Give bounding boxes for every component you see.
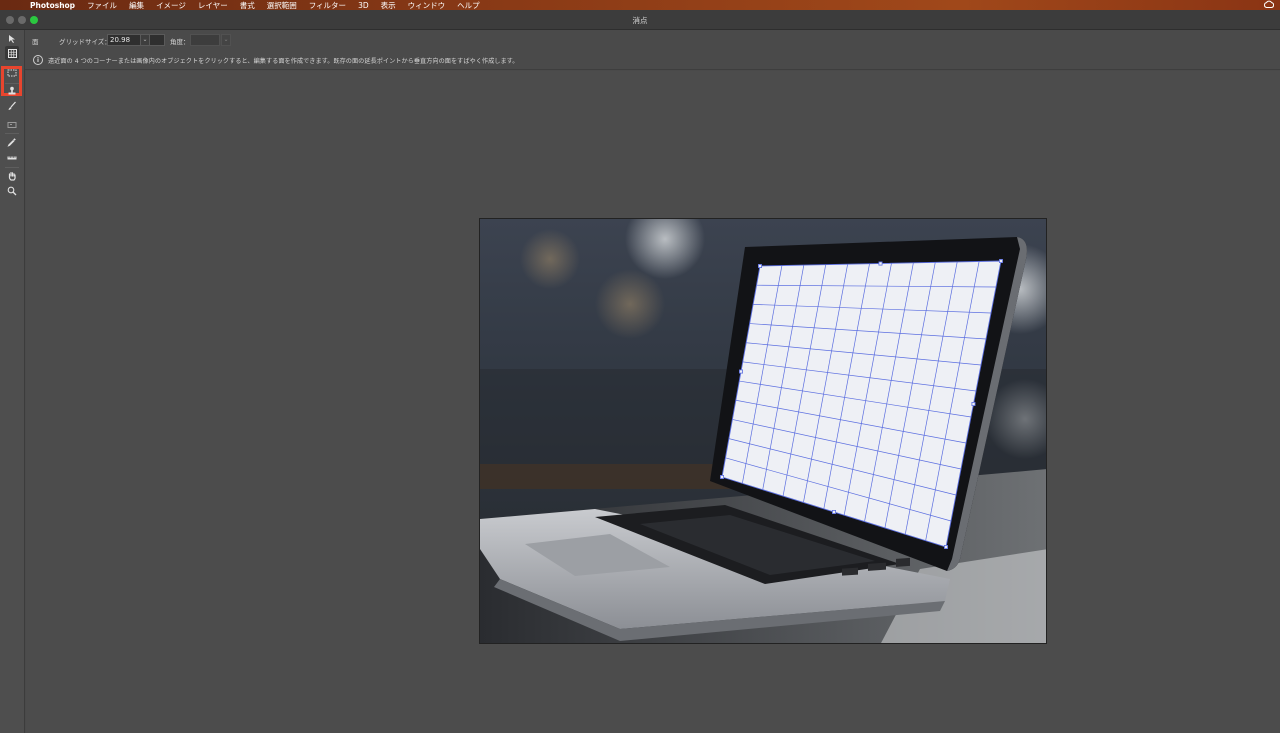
angle-label: 角度： [170, 38, 190, 46]
grid-size-label: グリッドサイズ： [59, 38, 111, 46]
menu-help[interactable]: ヘルプ [457, 0, 480, 11]
transform-tool-icon[interactable] [5, 118, 19, 132]
toolbar-divider [5, 167, 19, 168]
window-title-bar: 消点 [0, 10, 1280, 30]
laptop-photo [480, 219, 1046, 643]
info-icon: i [33, 55, 43, 65]
info-bar: i 遠近面の 4 つのコーナーまたは画像内のオブジェクトをクリックすると、編集す… [25, 50, 1280, 70]
menu-layer[interactable]: レイヤー [198, 0, 228, 11]
menu-app-name[interactable]: Photoshop [30, 1, 75, 10]
edit-plane-tool-icon[interactable] [5, 32, 19, 46]
zoom-tool-icon[interactable] [5, 184, 19, 198]
menu-window[interactable]: ウィンドウ [408, 0, 446, 11]
stamp-tool-icon[interactable] [5, 84, 19, 98]
brush-tool-icon[interactable] [5, 99, 19, 113]
menu-file[interactable]: ファイル [87, 0, 117, 11]
mode-label: 面 [32, 38, 39, 46]
plane-handle[interactable] [831, 509, 836, 514]
eyedropper-tool-icon[interactable] [5, 135, 19, 149]
menu-image[interactable]: イメージ [156, 0, 186, 11]
vanishing-point-toolbar [0, 30, 25, 733]
plane-handle[interactable] [719, 474, 724, 479]
plane-handle[interactable] [757, 264, 762, 269]
marquee-tool-icon[interactable] [5, 66, 19, 80]
hand-tool-icon[interactable] [5, 169, 19, 183]
menu-3d[interactable]: 3D [358, 1, 369, 10]
menu-edit[interactable]: 編集 [129, 0, 144, 11]
document-image[interactable] [479, 218, 1047, 644]
plane-handle[interactable] [999, 259, 1004, 264]
grid-size-input[interactable]: 20.98 [107, 34, 165, 46]
grid-size-dropdown-button[interactable]: ⌄ [140, 34, 150, 46]
plane-handle[interactable] [878, 261, 883, 266]
menu-type[interactable]: 書式 [240, 0, 255, 11]
info-message: 遠近面の 4 つのコーナーまたは画像内のオブジェクトをクリックすると、編集する面… [48, 58, 519, 65]
plane-handle[interactable] [943, 544, 948, 549]
menu-view[interactable]: 表示 [381, 0, 396, 11]
angle-dropdown-button[interactable]: ⌄ [221, 34, 231, 46]
options-bar: 面 グリッドサイズ： 20.98 ⌄ 角度： ⌄ [25, 30, 1280, 50]
angle-input[interactable] [190, 34, 220, 46]
window-title: 消点 [632, 16, 648, 25]
menu-select[interactable]: 選択範囲 [267, 0, 297, 11]
plane-handle[interactable] [738, 369, 743, 374]
toolbar-divider [5, 133, 19, 134]
menu-bar: Photoshop ファイル 編集 イメージ レイヤー 書式 選択範囲 フィルタ… [0, 0, 1280, 10]
measure-tool-icon[interactable] [5, 151, 19, 165]
create-plane-tool-icon[interactable] [5, 46, 19, 60]
plane-handle[interactable] [971, 401, 976, 406]
menu-filter[interactable]: フィルター [309, 0, 346, 11]
